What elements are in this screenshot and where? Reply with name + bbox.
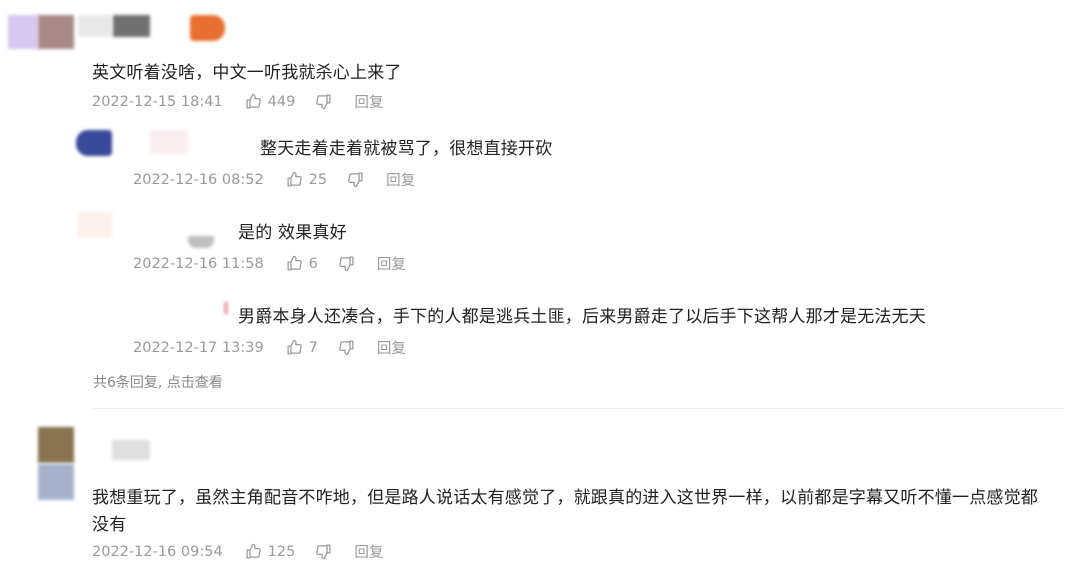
like-count: 25	[308, 171, 328, 188]
timestamp: 2022-12-16 08:52	[133, 171, 264, 188]
timestamp: 2022-12-16 09:54	[92, 543, 223, 560]
reply-text: 男爵本身人还凑合，手下的人都是逃兵土匪，后来男爵走了以后手下这帮人那才是无法无天	[238, 307, 926, 327]
dislike-button[interactable]	[338, 339, 355, 356]
thumbs-down-icon	[348, 172, 363, 188]
dislike-button[interactable]	[338, 255, 355, 272]
like-count: 7	[308, 339, 318, 356]
like-button[interactable]: 6	[286, 255, 318, 272]
dislike-button[interactable]	[347, 171, 364, 188]
view-more-replies-link[interactable]: 共6条回复, 点击查看	[93, 372, 223, 392]
reply-text: 是的 效果真好	[238, 223, 347, 243]
thumbs-down-icon	[316, 544, 331, 560]
like-button[interactable]: 125	[245, 543, 296, 560]
comment-text: 我想重玩了，虽然主角配音不咋地，但是路人说话太有感觉了，就跟真的进入这世界一样，…	[92, 488, 1038, 508]
reply-button[interactable]: 回复	[354, 91, 383, 112]
comment-meta: 2022-12-16 09:54 125 回复	[92, 541, 383, 562]
dislike-button[interactable]	[315, 543, 332, 560]
reply-meta: 2022-12-17 13:39 7 回复	[133, 337, 406, 358]
comment-text: 英文听着没啥，中文一听我就杀心上来了	[92, 63, 402, 83]
reply-meta: 2022-12-16 11:58 6 回复	[133, 253, 406, 274]
timestamp: 2022-12-16 11:58	[133, 255, 264, 272]
like-count: 6	[308, 255, 318, 272]
reply-button[interactable]: 回复	[377, 337, 406, 358]
timestamp: 2022-12-15 18:41	[92, 93, 223, 110]
thumbs-down-icon	[316, 94, 331, 110]
thumbs-up-icon	[246, 93, 261, 109]
comment-meta: 2022-12-15 18:41 449 回复	[92, 91, 383, 112]
like-button[interactable]: 449	[245, 93, 296, 110]
comment-text-continued: 没有	[92, 515, 127, 535]
divider	[93, 408, 1065, 409]
thumbs-up-icon	[246, 543, 261, 559]
thumbs-up-icon	[287, 255, 302, 271]
reply-text: 整天走着走着就被骂了，很想直接开砍	[260, 139, 553, 159]
reply-button[interactable]: 回复	[377, 253, 406, 274]
thumbs-down-icon	[339, 256, 354, 272]
like-button[interactable]: 25	[286, 171, 327, 188]
thumbs-down-icon	[339, 340, 354, 356]
thumbs-up-icon	[287, 171, 302, 187]
like-count: 449	[267, 93, 296, 110]
timestamp: 2022-12-17 13:39	[133, 339, 264, 356]
like-button[interactable]: 7	[286, 339, 318, 356]
reply-button[interactable]: 回复	[386, 169, 415, 190]
reply-button[interactable]: 回复	[354, 541, 383, 562]
dislike-button[interactable]	[315, 93, 332, 110]
reply-meta: 2022-12-16 08:52 25 回复	[133, 169, 415, 190]
thumbs-up-icon	[287, 339, 302, 355]
like-count: 125	[267, 543, 296, 560]
